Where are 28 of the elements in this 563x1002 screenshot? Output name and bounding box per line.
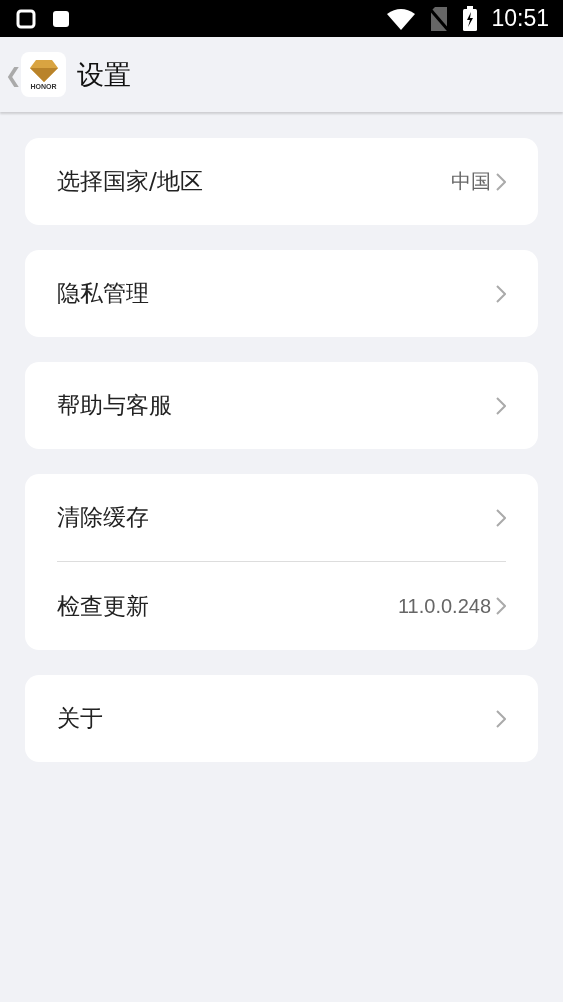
settings-row[interactable]: 清除缓存: [57, 474, 506, 561]
row-label: 隐私管理: [57, 279, 150, 308]
chevron-right-icon: [496, 284, 506, 303]
chevron-right-icon: [496, 709, 506, 728]
diamond-icon: [29, 59, 58, 82]
no-sim-icon: [429, 6, 450, 31]
row-value: 中国: [451, 169, 491, 194]
row-label: 选择国家/地区: [57, 167, 204, 196]
wifi-icon: [387, 7, 416, 30]
row-label: 关于: [57, 704, 104, 733]
row-value: 11.0.0.248: [397, 594, 491, 618]
settings-row[interactable]: 隐私管理: [57, 250, 506, 337]
notification-icon: [52, 9, 70, 28]
row-label: 检查更新: [57, 591, 150, 621]
chevron-right-icon: [496, 396, 506, 415]
notification-icon: [16, 7, 38, 30]
clock: 10:51: [491, 5, 549, 32]
battery-icon: [463, 6, 478, 31]
settings-row[interactable]: 关于: [57, 675, 506, 762]
row-label: 清除缓存: [57, 503, 150, 532]
page-title: 设置: [77, 57, 131, 92]
row-label: 帮助与客服: [57, 391, 173, 420]
chevron-right-icon: [496, 597, 506, 615]
chevron-right-icon: [496, 508, 506, 527]
chevron-right-icon: [496, 172, 506, 191]
settings-row[interactable]: 检查更新 11.0.0.248: [57, 561, 506, 650]
settings-row[interactable]: 选择国家/地区 中国: [57, 138, 506, 225]
settings-row[interactable]: 帮助与客服: [57, 362, 506, 449]
